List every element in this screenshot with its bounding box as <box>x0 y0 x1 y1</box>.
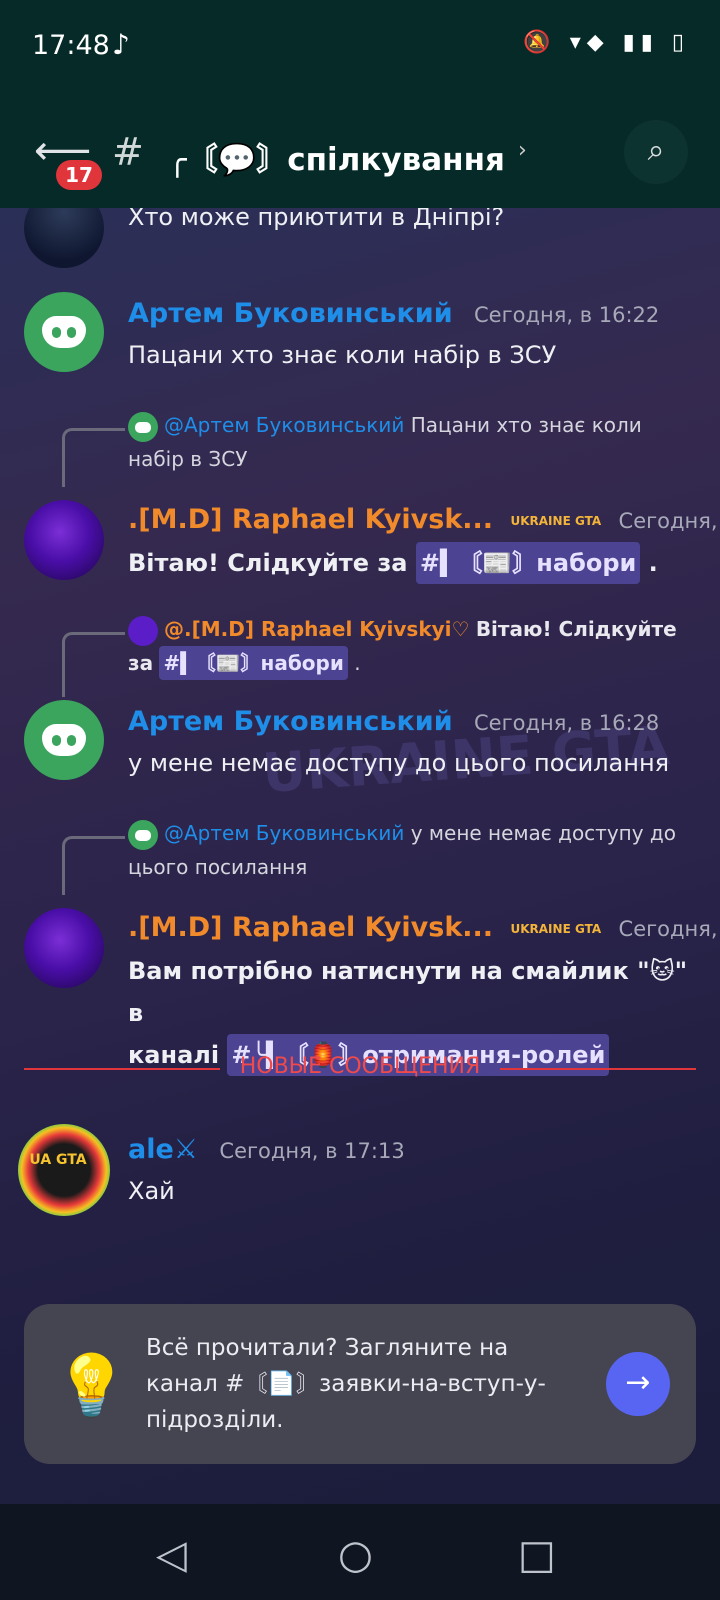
server-tag-badge: UKRAINE GTA <box>510 513 602 528</box>
search-button[interactable]: ⌕ <box>624 120 688 184</box>
reply-channel-link[interactable]: #▍〘📰〙набори <box>159 646 348 680</box>
author-name[interactable]: Артем Буковинський <box>128 706 453 737</box>
server-tag-badge: UKRAINE GTA <box>510 921 602 936</box>
reply-avatar <box>128 615 158 646</box>
next-channel-suggestion[interactable]: 💡 Всё прочитали? Загляните на канал #〘📄〙… <box>24 1304 696 1464</box>
arrow-right-icon: → <box>625 1365 651 1400</box>
message-timestamp: Сегодня, в 17:13 <box>219 1139 405 1163</box>
message-text: Пацани хто знає коли набір в ЗСУ <box>128 341 557 369</box>
divider-label: НОВЫЕ СООБЩЕНИЯ <box>239 1054 481 1079</box>
reply-connector <box>62 836 125 895</box>
reply-preview[interactable]: @Артем Буковинський Пацани хто знає коли… <box>128 408 688 476</box>
status-time: 17:48 <box>32 30 110 61</box>
go-to-channel-button[interactable]: → <box>606 1352 670 1416</box>
author-name[interactable]: .[M.D] Raphael Kyivsk... <box>128 504 493 535</box>
message-timestamp: Сегодня, в 17:03 <box>618 917 720 941</box>
reply-avatar <box>128 411 158 442</box>
discord-logo-icon <box>42 316 86 348</box>
author-name[interactable]: ale⚔ <box>128 1134 198 1165</box>
reply-mention[interactable]: @Артем Буковинський <box>164 821 404 845</box>
suggestion-text: Всё прочитали? Загляните на канал #〘📄〙за… <box>146 1335 546 1433</box>
reply-connector <box>62 632 125 697</box>
reply-preview[interactable]: @.[M.D] Raphael Kyivskyi♡ Вітаю! Слідкуй… <box>128 612 688 680</box>
channel-hash-icon: # <box>112 130 144 174</box>
message-text: Хай <box>128 1177 175 1205</box>
message-author[interactable]: Артем Буковинський Сегодня, в 16:22 <box>128 298 659 329</box>
battery-icon: ▯ <box>671 30 690 55</box>
new-messages-divider: НОВЫЕ СООБЩЕНИЯ <box>24 1054 696 1084</box>
reply-text-part: . <box>347 651 361 675</box>
avatar[interactable] <box>24 292 104 372</box>
avatar[interactable] <box>24 500 104 580</box>
divider-line-right <box>500 1068 696 1070</box>
search-icon: ⌕ <box>647 133 665 168</box>
avatar[interactable] <box>24 700 104 780</box>
message-text: у мене немає доступу до цього посилання <box>128 749 670 777</box>
discord-logo-icon <box>42 724 86 756</box>
message-timestamp: Сегодня, в 16:28 <box>618 509 720 533</box>
status-icons: 🔕 ▾◆ ▮▮ ▯ <box>523 30 690 55</box>
message-text: Хто може приютити в Дніпрі? <box>128 208 505 231</box>
message-text-line: Вам потрібно натиснути на смайлик "🐱" в <box>128 957 688 1027</box>
chevron-right-icon[interactable]: › <box>518 138 527 163</box>
message-author[interactable]: Артем Буковинський Сегодня, в 16:28 <box>128 706 659 737</box>
reply-preview[interactable]: @Артем Буковинський у мене немає доступу… <box>128 816 688 884</box>
message-timestamp: Сегодня, в 16:22 <box>474 303 660 327</box>
message-author[interactable]: .[M.D] Raphael Kyivsk... UKRAINE GTA Сег… <box>128 912 720 943</box>
channel-link[interactable]: #▍〘📰〙набори <box>415 542 641 584</box>
avatar[interactable] <box>24 208 104 268</box>
message-author[interactable]: ale⚔ Сегодня, в 17:13 <box>128 1134 405 1165</box>
reply-avatar <box>128 819 158 850</box>
message-text-part: Вітаю! Слідкуйте за <box>128 549 416 577</box>
nav-home-icon[interactable]: ○ <box>338 1532 373 1578</box>
tiktok-icon: ♪ <box>112 28 130 61</box>
channel-title[interactable]: ╭〘💬〙спілкування <box>168 134 505 179</box>
system-nav-bar: ◁ ○ □ <box>0 1504 720 1600</box>
reply-mention[interactable]: @Артем Буковинський <box>164 413 404 437</box>
mute-icon: 🔕 <box>523 30 557 55</box>
message-author[interactable]: .[M.D] Raphael Kyivsk... UKRAINE GTA Сег… <box>128 504 720 535</box>
avatar[interactable]: UA GTA <box>18 1124 110 1216</box>
message-text: Вітаю! Слідкуйте за #▍〘📰〙набори . <box>128 542 658 584</box>
signal-icon: ▮▮ <box>622 30 659 55</box>
message-text-part: . <box>640 549 658 577</box>
lightbulb-icon: 💡 <box>54 1351 129 1421</box>
avatar[interactable] <box>24 908 104 988</box>
status-bar: 17:48 ♪ 🔕 ▾◆ ▮▮ ▯ <box>0 0 720 100</box>
nav-back-icon[interactable]: ◁ <box>156 1532 187 1578</box>
nav-recents-icon[interactable]: □ <box>518 1532 556 1578</box>
author-name[interactable]: Артем Буковинський <box>128 298 453 329</box>
reply-mention[interactable]: @.[M.D] Raphael Kyivskyi♡ <box>164 617 469 641</box>
unread-badge: 17 <box>56 160 102 190</box>
reply-connector <box>62 428 125 487</box>
wifi-icon: ▾◆ <box>569 30 610 55</box>
message-timestamp: Сегодня, в 16:28 <box>474 711 660 735</box>
avatar-logo: UA GTA <box>29 1152 87 1168</box>
author-name[interactable]: .[M.D] Raphael Kyivsk... <box>128 912 493 943</box>
